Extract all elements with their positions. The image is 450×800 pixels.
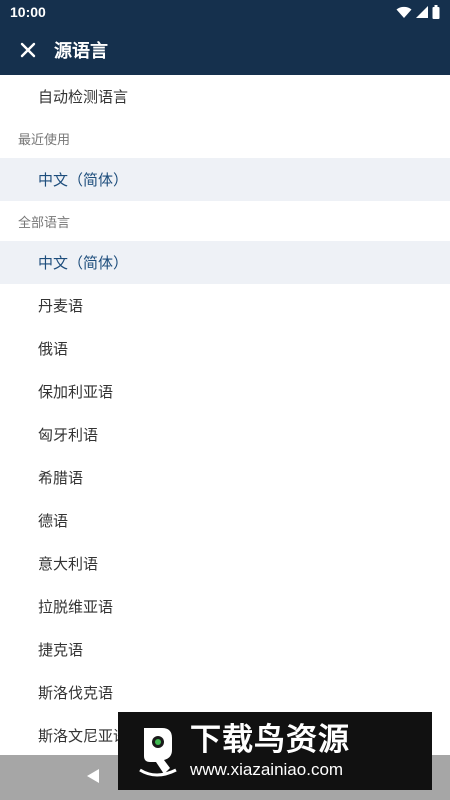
app-bar: 源语言 — [0, 24, 450, 75]
list-item-label: 希腊语 — [38, 469, 84, 487]
list-item-label: 斯洛伐克语 — [38, 684, 114, 702]
watermark-url: www.xiazainiao.com — [190, 760, 344, 779]
status-time: 10:00 — [10, 4, 46, 20]
list-item-label: 中文（简体） — [38, 171, 129, 189]
status-bar: 10:00 — [0, 0, 450, 24]
language-item[interactable]: 德语 — [0, 499, 450, 542]
list-item-label: 匈牙利语 — [38, 426, 99, 444]
list-item-label: 意大利语 — [38, 555, 99, 573]
language-item[interactable]: 斯洛伐克语 — [0, 671, 450, 714]
wifi-icon — [396, 6, 412, 18]
language-item[interactable]: 捷克语 — [0, 628, 450, 671]
language-item[interactable]: 希腊语 — [0, 456, 450, 499]
recent-item-chinese-simplified[interactable]: 中文（简体） — [0, 158, 450, 201]
cell-signal-icon — [416, 6, 428, 18]
language-item[interactable]: 保加利亚语 — [0, 370, 450, 413]
language-item[interactable]: 意大利语 — [0, 542, 450, 585]
section-header-recent: 最近使用 — [18, 132, 71, 148]
close-button[interactable] — [0, 24, 56, 75]
auto-detect-item[interactable]: 自动检测语言 — [0, 75, 450, 118]
page-title: 源语言 — [54, 40, 108, 62]
bird-logo-icon — [134, 720, 182, 782]
list-item-label: 丹麦语 — [38, 297, 84, 315]
battery-icon — [432, 5, 440, 19]
back-button[interactable] — [85, 768, 101, 788]
close-icon — [20, 42, 36, 57]
list-item-label: 俄语 — [38, 340, 69, 358]
watermark-banner: 下载鸟资源 www.xiazainiao.com — [118, 712, 432, 790]
list-item-label: 中文（简体） — [38, 254, 129, 272]
status-icons — [396, 5, 440, 19]
list-item-label: 保加利亚语 — [38, 383, 114, 401]
language-item[interactable]: 匈牙利语 — [0, 413, 450, 456]
language-list[interactable]: 自动检测语言 最近使用 中文（简体） 全部语言 中文（简体） 丹麦语 俄语 保加… — [0, 75, 450, 755]
list-item-label: 自动检测语言 — [38, 88, 129, 106]
language-item[interactable]: 丹麦语 — [0, 284, 450, 327]
section-header-all: 全部语言 — [18, 215, 71, 231]
watermark-title: 下载鸟资源 — [190, 722, 350, 758]
language-item[interactable]: 拉脱维亚语 — [0, 585, 450, 628]
back-triangle-icon — [87, 768, 99, 783]
list-item-label: 斯洛文尼亚语 — [38, 727, 129, 745]
language-item[interactable]: 俄语 — [0, 327, 450, 370]
list-item-label: 捷克语 — [38, 641, 84, 659]
list-item-label: 拉脱维亚语 — [38, 598, 114, 616]
language-item[interactable]: 中文（简体） — [0, 241, 450, 284]
list-item-label: 德语 — [38, 512, 69, 530]
